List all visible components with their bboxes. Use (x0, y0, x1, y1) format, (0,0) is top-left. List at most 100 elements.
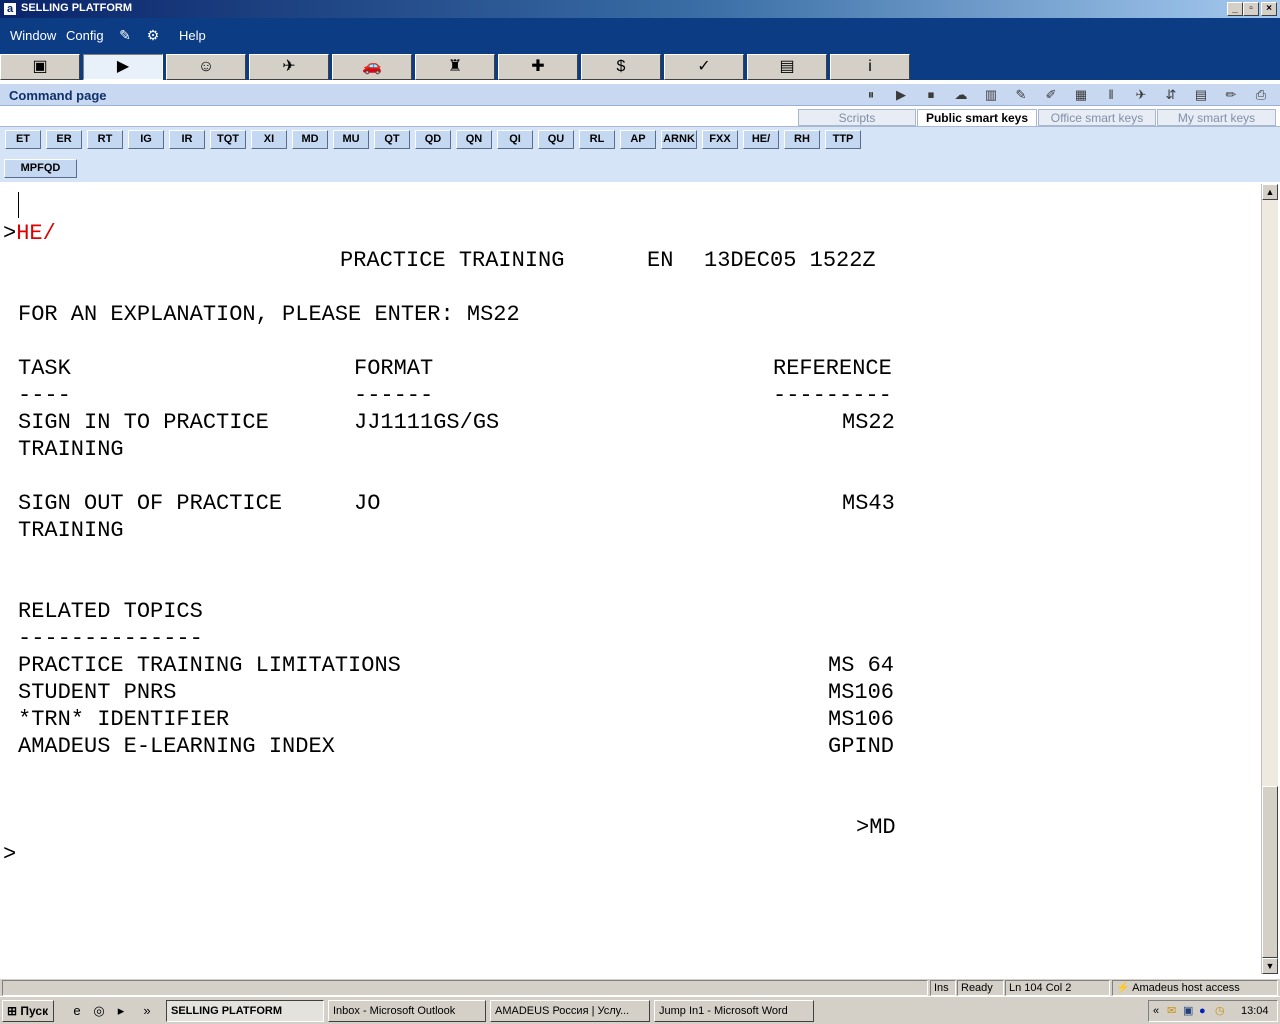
smartkey-he[interactable]: HE/ (743, 130, 779, 149)
tab-info-icon[interactable]: i (830, 54, 910, 80)
smartkey-xi[interactable]: XI (251, 130, 287, 149)
start-button[interactable]: ⊞ Пуск (2, 1000, 54, 1022)
taskbar-item-outlook[interactable]: Inbox - Microsoft Outlook (328, 1000, 486, 1022)
scroll-down-icon[interactable]: ▼ (1262, 958, 1278, 974)
tab-public-smart-keys[interactable]: Public smart keys (917, 109, 1037, 126)
underline-reference: --------- (773, 383, 892, 408)
media-player-icon[interactable]: ▸ (112, 1002, 130, 1020)
terminal-scrollbar[interactable]: ▲ ▼ (1261, 184, 1278, 974)
tab-booking-icon[interactable]: ▣ (0, 54, 80, 80)
tab-queues-icon[interactable]: ▤ (747, 54, 827, 80)
network-icon[interactable]: ▣ (1183, 1001, 1193, 1021)
grid-icon[interactable]: ▦ (1072, 87, 1090, 103)
row-task: SIGN IN TO PRACTICE (18, 410, 269, 435)
brush-icon[interactable]: ✎ (1012, 87, 1030, 103)
related-topics-underline: -------------- (18, 626, 203, 651)
final-prompt: > (3, 842, 17, 867)
command-page-header: Command page ⏸ ▶ ⏹ ☁ ▥ ✎ ✐ ▦ ‖ ✈ ⇵ ▤ ✏ ⎙ (0, 84, 1280, 106)
restore-button[interactable]: ▫ (1243, 2, 1259, 16)
tab-command-icon[interactable]: ▶ (83, 54, 163, 80)
smartkey-ttp[interactable]: TTP (825, 130, 861, 149)
status-dot-icon[interactable]: ● (1199, 1001, 1206, 1021)
play-icon[interactable]: ▶ (892, 87, 910, 103)
tab-car-icon[interactable]: 🚗 (332, 54, 412, 80)
mail-icon[interactable]: ✉ (1167, 1001, 1176, 1021)
smartkey-rh[interactable]: RH (784, 130, 820, 149)
taskbar-item-word[interactable]: Jump In1 - Microsoft Word (654, 1000, 814, 1022)
taskbar: ⊞ Пуск e ◎ ▸ » SELLING PLATFORM Inbox - … (0, 996, 1280, 1024)
tab-office-smart-keys[interactable]: Office smart keys (1038, 109, 1156, 126)
status-connection: ⚡ Amadeus host access (1112, 980, 1278, 996)
smartkey-tqt[interactable]: TQT (210, 130, 246, 149)
tab-pricing-icon[interactable]: $ (581, 54, 661, 80)
smartkey-ap[interactable]: AP (620, 130, 656, 149)
quicklaunch-chevron-icon[interactable]: » (138, 1002, 156, 1020)
menu-config[interactable]: Config (66, 28, 104, 43)
tab-my-smart-keys[interactable]: My smart keys (1157, 109, 1276, 126)
scroll-up-icon[interactable]: ▲ (1262, 184, 1278, 200)
column-format: FORMAT (354, 356, 434, 381)
scroll-thumb[interactable] (1262, 786, 1278, 958)
stop-icon[interactable]: ⏹ (922, 87, 940, 103)
settings-icon[interactable]: ⚙ (145, 27, 161, 43)
row-task-continued: TRAINING (18, 437, 124, 462)
tab-customer-icon[interactable]: ☺ (166, 54, 246, 80)
clock[interactable]: 13:04 (1241, 1001, 1269, 1021)
document-icon[interactable]: ▥ (982, 87, 1000, 103)
smartkey-qd[interactable]: QD (415, 130, 451, 149)
airline-icon[interactable]: ✈ (1132, 87, 1150, 103)
edit-icon[interactable]: ✎ (117, 27, 133, 43)
smartkey-arnk[interactable]: ARNK (661, 130, 697, 149)
smartkey-fxx[interactable]: FXX (702, 130, 738, 149)
smartkey-md[interactable]: MD (292, 130, 328, 149)
pencil-icon[interactable]: ✏ (1222, 87, 1240, 103)
columns-icon[interactable]: ‖ (1102, 87, 1120, 103)
smartkey-ig[interactable]: IG (128, 130, 164, 149)
minimize-button[interactable]: _ (1227, 2, 1243, 16)
internet-explorer-icon[interactable]: e (68, 1002, 86, 1020)
tab-scripts[interactable]: Scripts (798, 109, 916, 126)
taskbar-item-selling-platform[interactable]: SELLING PLATFORM (166, 1000, 324, 1022)
brush-alt-icon[interactable]: ✐ (1042, 87, 1060, 103)
pause-icon[interactable]: ⏸ (862, 87, 880, 103)
related-reference: GPIND (828, 734, 895, 759)
smartkey-mpfqd[interactable]: MPFQD (4, 159, 77, 178)
related-reference: MS106 (828, 707, 895, 732)
tab-hotel-icon[interactable]: ♜ (415, 54, 495, 80)
taskbar-item-amadeus[interactable]: AMADEUS Россия | Услу... (490, 1000, 650, 1022)
underline-task: ---- (18, 383, 71, 408)
smartkey-rl[interactable]: RL (579, 130, 615, 149)
close-button[interactable]: × (1261, 2, 1277, 16)
related-reference: MS 64 (828, 653, 895, 678)
command-terminal[interactable]: >HE/ PRACTICE TRAINING EN 13DEC05 1522Z … (0, 184, 1261, 974)
smartkey-et[interactable]: ET (5, 130, 41, 149)
smart-keys-panel: ET ER RT IG IR TQT XI MD MU QT QD QN QI … (0, 126, 1280, 182)
smartkey-rt[interactable]: RT (87, 130, 123, 149)
weather-icon[interactable]: ☁ (952, 87, 970, 103)
smartkey-qu[interactable]: QU (538, 130, 574, 149)
smartkey-qn[interactable]: QN (456, 130, 492, 149)
smartkey-qi[interactable]: QI (497, 130, 533, 149)
tab-ticketing-icon[interactable]: ✓ (664, 54, 744, 80)
tab-hotel-add-icon[interactable]: ✚ (498, 54, 578, 80)
tab-air-icon[interactable]: ✈ (249, 54, 329, 80)
outlook-icon[interactable]: ◎ (90, 1002, 108, 1020)
copy-icon[interactable]: ▤ (1192, 87, 1210, 103)
smartkey-ir[interactable]: IR (169, 130, 205, 149)
menu-window[interactable]: Window (10, 28, 56, 43)
row-task: SIGN OUT OF PRACTICE (18, 491, 283, 516)
menu-help[interactable]: Help (179, 28, 206, 43)
status-insert-mode: Ins (930, 980, 956, 996)
print-icon[interactable]: ⎙ (1252, 87, 1270, 103)
related-topic: AMADEUS E-LEARNING INDEX (18, 734, 335, 759)
sort-icon[interactable]: ⇵ (1162, 87, 1180, 103)
title-bar[interactable]: a SELLING PLATFORM _ ▫ × (0, 0, 1280, 18)
smartkey-mu[interactable]: MU (333, 130, 369, 149)
smartkey-er[interactable]: ER (46, 130, 82, 149)
clock-icon[interactable]: ◷ (1215, 1001, 1225, 1021)
smartkey-qt[interactable]: QT (374, 130, 410, 149)
status-bar: Ins Ready Ln 104 Col 2 ⚡ Amadeus host ac… (0, 978, 1280, 996)
tray-chevron-icon[interactable]: « (1153, 1001, 1159, 1021)
status-connection-label: Amadeus host access (1132, 982, 1240, 994)
row-format: JJ1111GS/GS (354, 410, 500, 435)
